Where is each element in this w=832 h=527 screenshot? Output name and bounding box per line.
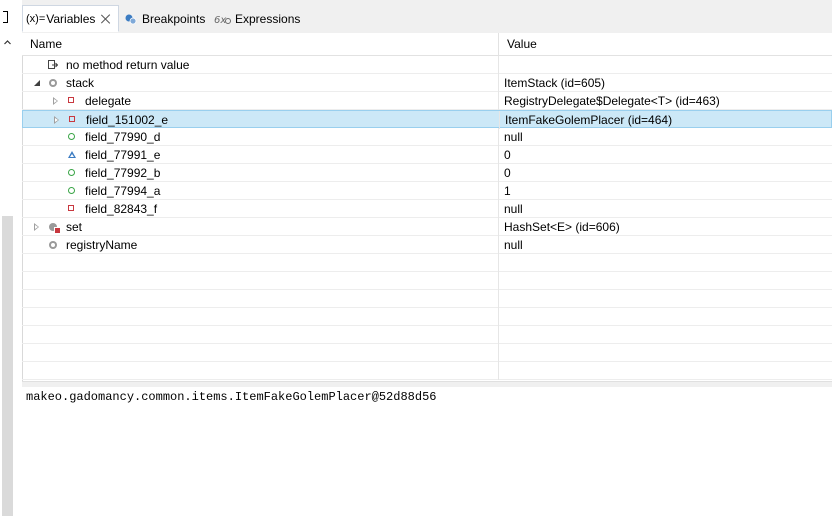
column-divider — [498, 164, 499, 182]
private-field-icon — [68, 205, 74, 211]
svg-text:6x: 6x — [214, 15, 226, 25]
table-row[interactable]: field_151002_e ItemFakeGolemPlacer (id=46… — [22, 110, 832, 129]
view-tab-bar: (x)= Variables Breakpoints 6x Expression… — [22, 0, 832, 34]
empty-table-row — [22, 254, 832, 272]
tab-breakpoints[interactable]: Breakpoints — [124, 5, 205, 32]
column-header-value[interactable]: Value — [499, 33, 832, 55]
private-field-icon — [69, 116, 75, 122]
row-name: field_82843_f — [85, 202, 158, 216]
static-field-icon — [49, 79, 57, 87]
expanded-triangle-icon[interactable] — [34, 80, 40, 86]
empty-table-row — [22, 362, 832, 380]
table-row[interactable]: field_82843_f null — [22, 200, 832, 218]
empty-table-row — [22, 308, 832, 326]
tab-breakpoints-label: Breakpoints — [142, 11, 206, 26]
row-name: stack — [66, 76, 95, 90]
row-name: field_77994_a — [85, 184, 161, 198]
table-row[interactable]: no method return value — [22, 56, 832, 74]
scrollbar-track[interactable] — [2, 216, 13, 516]
column-divider — [498, 308, 499, 326]
empty-table-row — [22, 290, 832, 308]
collapsed-triangle-icon[interactable] — [53, 97, 58, 105]
tab-variables-label: Variables — [46, 11, 96, 26]
column-divider — [498, 362, 499, 380]
column-divider — [498, 218, 499, 236]
column-divider — [498, 146, 499, 164]
empty-table-row — [22, 326, 832, 344]
static-field-icon — [49, 241, 57, 249]
row-name: delegate — [85, 94, 132, 108]
column-divider — [498, 326, 499, 344]
detail-text: makeo.gadomancy.common.items.ItemFakeGol… — [26, 390, 437, 404]
row-name: set — [66, 220, 83, 234]
column-divider — [498, 128, 499, 146]
tab-variables[interactable]: (x)= Variables — [22, 5, 119, 32]
left-gutter — [0, 0, 23, 527]
table-header: Name Value — [22, 33, 832, 56]
collapsed-triangle-icon[interactable] — [54, 116, 59, 124]
table-row[interactable]: field_77990_d null — [22, 128, 832, 146]
return-icon — [48, 60, 58, 69]
empty-table-row — [22, 344, 832, 362]
private-field-icon — [68, 97, 74, 103]
column-divider — [498, 236, 499, 254]
row-value: RegistryDelegate$Delegate<T> (id=463) — [504, 94, 720, 108]
column-divider — [498, 254, 499, 272]
row-name: field_151002_e — [86, 113, 169, 127]
column-divider — [498, 272, 499, 290]
view-bracket-icon — [3, 11, 8, 23]
row-value: 0 — [504, 166, 511, 180]
tab-expressions-label: Expressions — [235, 11, 301, 26]
breakpoints-icon — [125, 14, 137, 24]
table-row[interactable]: field_77991_e 0 — [22, 146, 832, 164]
row-name: field_77992_b — [85, 166, 161, 180]
row-value: 1 — [504, 184, 511, 198]
table-row[interactable]: delegate RegistryDelegate$Delegate<T> (id… — [22, 92, 832, 110]
table-row[interactable]: set HashSet<E> (id=606) — [22, 218, 832, 236]
column-divider — [498, 344, 499, 362]
row-value: null — [504, 202, 523, 216]
table-row[interactable]: field_77994_a 1 — [22, 182, 832, 200]
variables-icon: (x)= — [26, 12, 46, 25]
row-value: ItemFakeGolemPlacer (id=464) — [505, 113, 673, 127]
row-value: ItemStack (id=605) — [504, 76, 606, 90]
protected-field-icon — [68, 151, 76, 158]
public-field-icon — [68, 187, 75, 194]
expressions-icon: 6x — [214, 15, 231, 25]
column-divider — [498, 182, 499, 200]
column-divider — [498, 56, 499, 74]
collapsed-triangle-icon[interactable] — [34, 223, 39, 231]
static-private-field-icon — [49, 223, 61, 234]
column-header-name[interactable]: Name — [22, 33, 499, 55]
row-name: no method return value — [66, 58, 190, 72]
row-name: registryName — [66, 238, 138, 252]
table-row[interactable]: field_77992_b 0 — [22, 164, 832, 182]
column-divider — [498, 92, 499, 110]
detail-pane[interactable]: makeo.gadomancy.common.items.ItemFakeGol… — [22, 387, 832, 527]
variables-table[interactable]: Name Value no method return value stack It… — [22, 33, 832, 381]
column-divider — [498, 200, 499, 218]
row-name: field_77991_e — [85, 148, 161, 162]
chevron-up-icon[interactable] — [4, 39, 11, 46]
public-field-icon — [68, 133, 75, 140]
empty-table-row — [22, 272, 832, 290]
column-divider — [499, 111, 500, 129]
public-field-icon — [68, 169, 75, 176]
table-row[interactable]: stack ItemStack (id=605) — [22, 74, 832, 92]
row-value: 0 — [504, 148, 511, 162]
close-icon[interactable] — [101, 14, 111, 24]
row-value: null — [504, 238, 523, 252]
row-value: null — [504, 130, 523, 144]
row-value: HashSet<E> (id=606) — [504, 220, 620, 234]
column-divider — [498, 290, 499, 308]
table-row[interactable]: registryName null — [22, 236, 832, 254]
row-name: field_77990_d — [85, 130, 161, 144]
tab-expressions[interactable]: 6x Expressions — [214, 5, 300, 32]
column-divider — [498, 74, 499, 92]
